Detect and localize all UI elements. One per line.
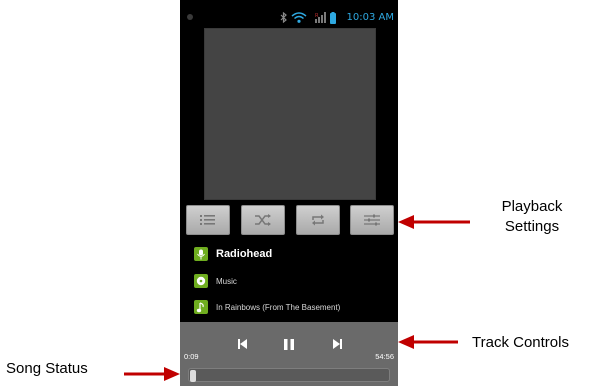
playlist-button[interactable] xyxy=(186,205,230,235)
disc-icon xyxy=(194,274,208,288)
seek-thumb[interactable] xyxy=(190,370,196,382)
playback-settings-callout: Playback Settings xyxy=(501,198,563,235)
artist-name: Radiohead xyxy=(216,248,273,260)
signal-icon: R xyxy=(315,12,326,23)
seek-bar[interactable] xyxy=(188,368,390,382)
next-track-button[interactable] xyxy=(327,336,347,352)
status-time: 10:03 AM xyxy=(346,12,394,23)
genre-label: Music xyxy=(216,276,237,286)
previous-icon xyxy=(237,339,247,349)
bluetooth-icon xyxy=(280,12,287,23)
wifi-icon xyxy=(291,12,307,23)
pause-icon xyxy=(284,338,294,350)
repeat-icon xyxy=(312,214,324,226)
playback-settings-arrow-icon xyxy=(398,215,470,229)
song-status-callout: Song Status xyxy=(6,360,88,377)
repeat-button[interactable] xyxy=(296,205,340,235)
track-duration: 54:56 xyxy=(375,352,394,361)
playback-settings-bar xyxy=(185,205,395,235)
album-title: In Rainbows (From The Basement) xyxy=(216,302,341,312)
status-bar: R 10:03 AM xyxy=(180,9,398,26)
next-icon xyxy=(332,339,342,349)
album-art xyxy=(204,28,376,200)
status-icons: R xyxy=(280,10,336,25)
artist-row: Radiohead xyxy=(194,246,272,262)
phone-screen: R 10:03 AM Radiohead Music In Rainbows (… xyxy=(180,0,398,386)
song-status-arrow-icon xyxy=(124,367,180,381)
battery-icon xyxy=(330,11,336,24)
track-controls-arrow-icon xyxy=(398,335,458,349)
track-controls-panel: 0:09 54:56 xyxy=(180,322,398,386)
artist-icon xyxy=(194,247,208,261)
shuffle-button[interactable] xyxy=(241,205,285,235)
svg-text:R: R xyxy=(315,13,319,19)
music-note-icon xyxy=(194,300,208,314)
album-row: In Rainbows (From The Basement) xyxy=(194,299,340,315)
genre-row: Music xyxy=(194,273,237,289)
notification-dot-icon xyxy=(187,14,193,20)
equalizer-button[interactable] xyxy=(350,205,394,235)
previous-track-button[interactable] xyxy=(232,336,252,352)
shuffle-icon xyxy=(255,214,271,226)
elapsed-time: 0:09 xyxy=(184,352,199,361)
pause-button[interactable] xyxy=(279,336,299,352)
playlist-icon xyxy=(200,215,215,225)
equalizer-icon xyxy=(364,214,380,226)
track-controls-callout: Track Controls xyxy=(472,334,569,351)
